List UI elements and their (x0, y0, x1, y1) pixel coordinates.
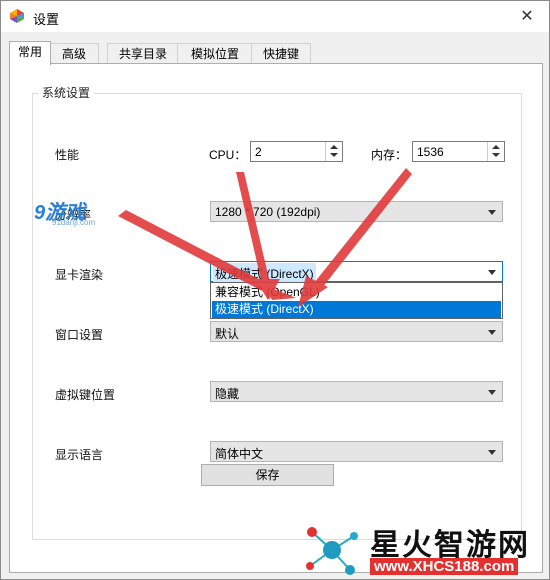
cpu-stepper[interactable]: 2 (250, 141, 343, 162)
performance-label: 性能 (55, 148, 80, 162)
memory-stepper[interactable]: 1536 (412, 141, 505, 162)
cpu-value: 2 (255, 145, 262, 159)
renderer-dropdown-list: 兼容模式 (OpenGL) 极速模式 (DirectX) (210, 282, 503, 319)
chevron-down-icon (488, 270, 496, 275)
language-value: 简体中文 (215, 447, 264, 461)
window-setting-label: 窗口设置 (55, 328, 104, 342)
spin-up-icon[interactable] (492, 145, 500, 149)
tab-panel-general: 系统设置 性能 CPU： 2 内存： 1536 分辨率 1280 * 720 (… (9, 63, 543, 573)
resolution-value: 1280 * 720 (192dpi) (215, 205, 321, 219)
window-setting-value: 默认 (215, 327, 240, 341)
renderer-select[interactable]: 极速模式 (DirectX) (210, 261, 503, 284)
title-bar: 设置 ✕ (1, 1, 549, 32)
cpu-label: CPU： (209, 148, 247, 162)
settings-window: 设置 ✕ 常用 高级 共享目录 模拟位置 快捷键 系统设置 性能 CPU： 2 … (0, 0, 550, 580)
close-icon[interactable]: ✕ (505, 1, 549, 32)
window-title: 设置 (33, 12, 60, 27)
renderer-option-directx[interactable]: 极速模式 (DirectX) (212, 301, 501, 318)
watermark-left: 9游戏 91danji.com (34, 196, 95, 227)
renderer-value: 极速模式 (DirectX) (213, 263, 316, 284)
spin-up-icon[interactable] (330, 145, 338, 149)
chevron-down-icon (488, 390, 496, 395)
tab-advanced[interactable]: 高级 (49, 43, 99, 64)
renderer-label: 显卡渲染 (55, 268, 104, 282)
memory-spin-buttons[interactable] (487, 142, 504, 161)
language-label: 显示语言 (55, 448, 104, 462)
group-title: 系统设置 (38, 84, 95, 101)
chevron-down-icon (488, 330, 496, 335)
tab-shortcuts[interactable]: 快捷键 (251, 43, 311, 64)
save-button[interactable]: 保存 (201, 464, 334, 486)
window-setting-select[interactable]: 默认 (210, 321, 503, 342)
spin-down-icon[interactable] (492, 153, 500, 157)
vkey-position-label: 虚拟键位置 (55, 388, 116, 402)
resolution-select[interactable]: 1280 * 720 (192dpi) (210, 201, 503, 222)
chevron-down-icon (488, 450, 496, 455)
chevron-down-icon (488, 210, 496, 215)
cpu-spin-buttons[interactable] (325, 142, 342, 161)
spin-down-icon[interactable] (330, 153, 338, 157)
watermark-site-url: www.XHCS188.com (370, 558, 519, 575)
memory-value: 1536 (417, 145, 444, 159)
vkey-position-select[interactable]: 隐藏 (210, 381, 503, 402)
app-logo-icon (10, 9, 24, 23)
memory-label: 内存： (371, 148, 408, 162)
tab-general[interactable]: 常用 (9, 41, 51, 65)
tab-shared-folders[interactable]: 共享目录 (107, 43, 179, 64)
watermark-molecule-icon (306, 527, 358, 575)
watermark-bottom-right: 星火智游网 www.XHCS188.com (300, 518, 550, 580)
language-select[interactable]: 简体中文 (210, 441, 503, 462)
watermark-left-sub: 91danji.com (52, 218, 96, 227)
tab-mock-location[interactable]: 模拟位置 (177, 43, 253, 64)
renderer-option-opengl[interactable]: 兼容模式 (OpenGL) (212, 284, 501, 301)
vkey-position-value: 隐藏 (215, 387, 240, 401)
